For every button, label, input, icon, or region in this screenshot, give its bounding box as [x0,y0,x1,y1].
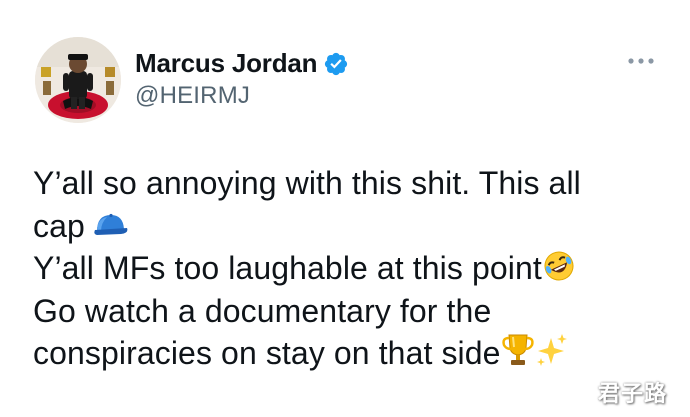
tweet-line-1-text: Y’all so annoying with this shit. This a… [33,165,581,201]
tweet-line-2-text: cap [33,207,85,244]
tweet-line-5: conspiracies on stay on that side [33,332,673,375]
author-avatar[interactable] [35,37,121,123]
tweet-line-2: cap [33,205,673,248]
tweet-line-3: Y’all MFs too laughable at this point [33,247,673,290]
tweet-card: Marcus Jordan @HEIRMJ Y’all so annoying … [0,0,690,417]
avatar-image [35,37,121,123]
tweet-line-5-text: conspiracies on stay on that side [33,335,501,371]
sparkles-emoji-icon [535,332,569,379]
tweet-line-4: Go watch a documentary for the [33,290,673,333]
trophy-emoji-icon [501,332,535,379]
blue-cap-emoji-icon [91,209,131,252]
more-options-icon[interactable] [626,54,656,66]
verified-badge-icon [323,51,349,77]
tweet-line-4-text: Go watch a documentary for the [33,292,492,329]
author-display-name[interactable]: Marcus Jordan [135,48,318,79]
tweet-text: Y’all so annoying with this shit. This a… [33,162,673,375]
tweet-line-3-text: Y’all MFs too laughable at this point [33,250,542,286]
author-name-row: Marcus Jordan [135,48,349,79]
author-handle[interactable]: @HEIRMJ [135,82,250,110]
rolling-laughing-emoji-icon [542,249,576,294]
watermark-text: 君子路 [598,381,668,406]
tweet-line-1: Y’all so annoying with this shit. This a… [33,162,673,205]
